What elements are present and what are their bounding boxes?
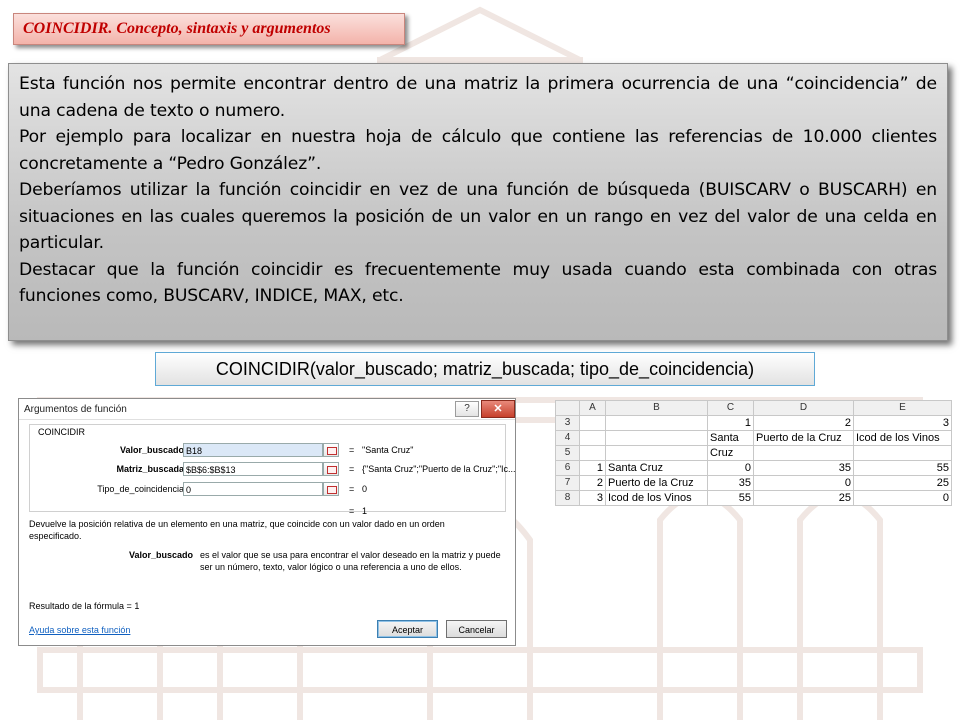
function-description: Devuelve la posición relativa de un elem… bbox=[29, 519, 445, 541]
paragraph-3: Deberíamos utilizar la función coincidir… bbox=[19, 180, 937, 253]
row-header[interactable]: 8 bbox=[555, 490, 580, 506]
table-row: 5 Cruz bbox=[555, 445, 952, 461]
collapse-dialog-icon[interactable] bbox=[323, 443, 339, 457]
cell[interactable]: Cruz bbox=[707, 445, 754, 461]
column-header-b[interactable]: B bbox=[605, 400, 708, 416]
row-header[interactable]: 5 bbox=[555, 445, 580, 461]
syntax-box: COINCIDIR(valor_buscado; matriz_buscada;… bbox=[155, 352, 815, 386]
equals-sign: = bbox=[349, 464, 355, 474]
cell[interactable]: Puerto de la Cruz bbox=[753, 430, 854, 446]
cell[interactable] bbox=[605, 445, 708, 461]
cell[interactable] bbox=[605, 430, 708, 446]
row-header[interactable]: 4 bbox=[555, 430, 580, 446]
table-row: 6 1 Santa Cruz 0 35 55 bbox=[555, 460, 952, 476]
valor-buscado-input[interactable]: B18 bbox=[183, 443, 323, 457]
arg-result-matriz-buscada: {"Santa Cruz";"Puerto de la Cruz";"Ic... bbox=[362, 464, 516, 474]
arg-result-valor-buscado: "Santa Cruz" bbox=[362, 445, 414, 455]
cell[interactable]: 3 bbox=[579, 490, 606, 506]
table-row: 4 Santa Puerto de la Cruz Icod de los Vi… bbox=[555, 430, 952, 446]
cell[interactable]: 25 bbox=[853, 475, 952, 491]
cell[interactable]: Santa Cruz bbox=[605, 460, 708, 476]
spreadsheet-table: A B C D E 3 1 2 3 4 Santa Puerto de la C… bbox=[555, 400, 952, 506]
arg-result-tipo-de-coincidencia: 0 bbox=[362, 484, 368, 494]
paragraph-1: Esta función nos permite encontrar dentr… bbox=[19, 74, 937, 121]
accept-button[interactable]: Aceptar bbox=[377, 620, 438, 638]
collapse-dialog-icon[interactable] bbox=[323, 462, 339, 476]
arg-label-valor-buscado: Valor_buscado bbox=[119, 445, 184, 455]
slide-title-box: COINCIDIR. Concepto, sintaxis y argument… bbox=[13, 13, 405, 45]
row-header[interactable]: 6 bbox=[555, 460, 580, 476]
cell[interactable]: 1 bbox=[579, 460, 606, 476]
cell[interactable]: 25 bbox=[753, 490, 854, 506]
tipo-de-coincidencia-input[interactable]: 0 bbox=[183, 482, 323, 496]
cell[interactable]: 3 bbox=[853, 415, 952, 431]
arg-label-matriz-buscada: Matriz_buscada bbox=[116, 464, 184, 474]
matriz-buscada-input[interactable]: $B$6:$B$13 bbox=[183, 462, 323, 476]
formula-result: Resultado de la fórmula = 1 bbox=[29, 600, 139, 612]
arg-help-text: es el valor que se usa para encontrar el… bbox=[200, 550, 501, 572]
cell[interactable]: Icod de los Vinos bbox=[605, 490, 708, 506]
formula-result-value: 1 bbox=[134, 601, 140, 611]
syntax-function-name: COINCIDIR bbox=[215, 358, 310, 379]
cancel-button[interactable]: Cancelar bbox=[446, 620, 507, 638]
column-header-d[interactable]: D bbox=[753, 400, 854, 416]
cell[interactable] bbox=[579, 445, 606, 461]
equals-sign: = bbox=[349, 445, 355, 455]
function-arguments-dialog: Argumentos de función ? ✕ COINCIDIR Valo… bbox=[18, 398, 516, 646]
cell[interactable]: Puerto de la Cruz bbox=[605, 475, 708, 491]
cell[interactable]: 55 bbox=[853, 460, 952, 476]
arg-help-name: Valor_buscado bbox=[129, 550, 194, 560]
syntax-arguments: (valor_buscado; matriz_buscada; tipo_de_… bbox=[309, 358, 755, 379]
row-header[interactable]: 7 bbox=[555, 475, 580, 491]
cell[interactable]: 2 bbox=[753, 415, 854, 431]
cell[interactable] bbox=[853, 445, 952, 461]
column-header-c[interactable]: C bbox=[707, 400, 754, 416]
arg-label-tipo-de-coincidencia: Tipo_de_coincidencia bbox=[97, 484, 184, 494]
cell[interactable]: Santa bbox=[707, 430, 754, 446]
row-header[interactable]: 3 bbox=[555, 415, 580, 431]
paragraph-4: Destacar que la función coincidir es fre… bbox=[19, 259, 937, 307]
cell[interactable]: 35 bbox=[753, 460, 854, 476]
column-header-a[interactable]: A bbox=[579, 400, 606, 416]
syntax-text: COINCIDIR(valor_buscado; matriz_buscada;… bbox=[216, 359, 754, 380]
description-text-box: Esta función nos permite encontrar dentr… bbox=[8, 63, 948, 341]
cell[interactable]: 0 bbox=[853, 490, 952, 506]
help-link[interactable]: Ayuda sobre esta función bbox=[29, 625, 130, 635]
cell[interactable]: 1 bbox=[707, 415, 754, 431]
group-label: COINCIDIR bbox=[36, 427, 87, 437]
table-row: 3 1 2 3 bbox=[555, 415, 952, 431]
dialog-titlebar: Argumentos de función ? ✕ bbox=[19, 399, 515, 420]
formula-result-label: Resultado de la fórmula = bbox=[29, 601, 132, 611]
cell[interactable]: 35 bbox=[707, 475, 754, 491]
total-result: 1 bbox=[362, 506, 368, 516]
column-header-row: A B C D E bbox=[555, 400, 952, 416]
table-row: 7 2 Puerto de la Cruz 35 0 25 bbox=[555, 475, 952, 491]
cell[interactable] bbox=[753, 445, 854, 461]
paragraph-2: Por ejemplo para localizar en nuestra ho… bbox=[19, 127, 937, 174]
close-icon[interactable]: ✕ bbox=[481, 400, 515, 418]
cell[interactable]: 0 bbox=[707, 460, 754, 476]
cell[interactable]: Icod de los Vinos bbox=[853, 430, 952, 446]
collapse-dialog-icon[interactable] bbox=[323, 482, 339, 496]
corner-cell bbox=[555, 400, 580, 416]
cell[interactable]: 2 bbox=[579, 475, 606, 491]
column-header-e[interactable]: E bbox=[853, 400, 952, 416]
equals-sign: = bbox=[349, 506, 355, 516]
slide-title: COINCIDIR. Concepto, sintaxis y argument… bbox=[23, 20, 331, 37]
cell[interactable]: 0 bbox=[753, 475, 854, 491]
help-icon[interactable]: ? bbox=[455, 401, 479, 417]
cell[interactable]: 55 bbox=[707, 490, 754, 506]
cell[interactable] bbox=[605, 415, 708, 431]
cell[interactable] bbox=[579, 430, 606, 446]
equals-sign: = bbox=[349, 484, 355, 494]
dialog-title: Argumentos de función bbox=[24, 404, 127, 415]
cell[interactable] bbox=[579, 415, 606, 431]
table-row: 8 3 Icod de los Vinos 55 25 0 bbox=[555, 490, 952, 506]
